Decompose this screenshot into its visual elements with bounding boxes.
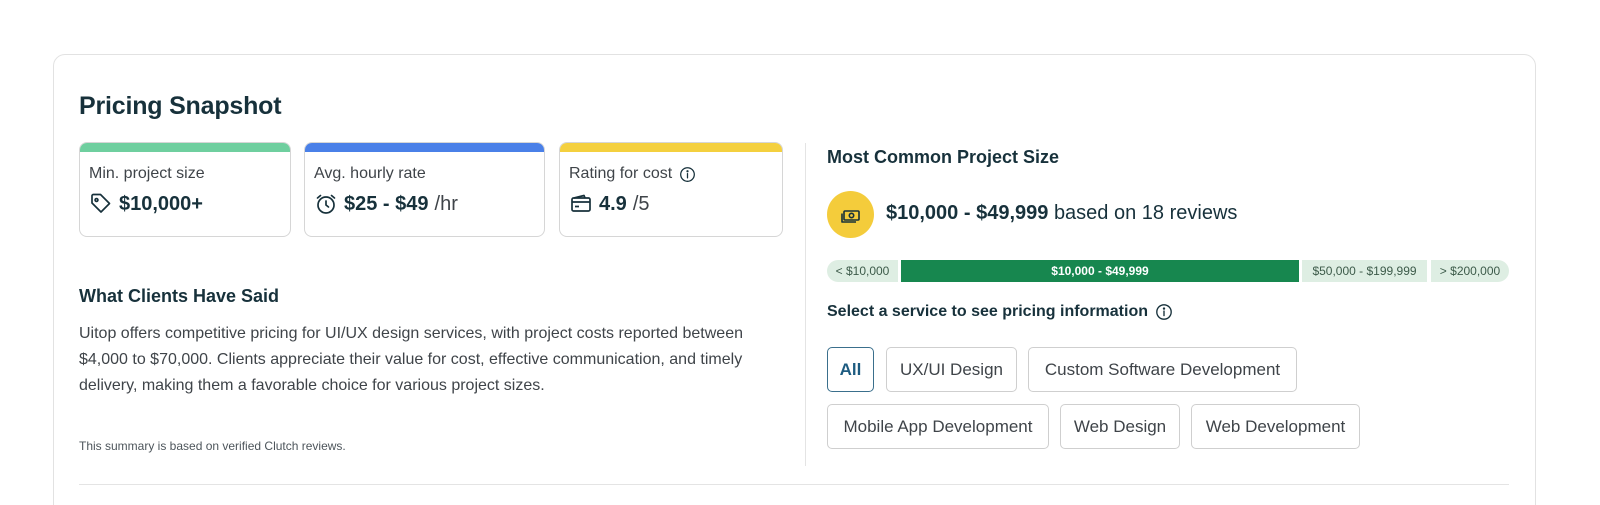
section-title: Pricing Snapshot [79, 92, 282, 120]
accent-bar [80, 143, 290, 152]
scale-segment: > $200,000 [1431, 260, 1509, 282]
info-icon[interactable] [679, 166, 696, 183]
stat-value: 4.9 /5 [569, 192, 650, 216]
service-chip-all[interactable]: All [827, 347, 874, 392]
stat-value: $25 - $49 /hr [314, 192, 458, 216]
accent-bar [305, 143, 544, 152]
money-icon [827, 191, 874, 238]
project-size-range: $10,000 - $49,999 based on 18 reviews [886, 202, 1238, 224]
service-chip-mobile-app-development[interactable]: Mobile App Development [827, 404, 1049, 449]
service-chip-web-design[interactable]: Web Design [1060, 404, 1180, 449]
stat-label: Avg. hourly rate [314, 165, 426, 182]
scale-segment: $50,000 - $199,999 [1302, 260, 1427, 282]
avg-hourly-rate-card: Avg. hourly rate $25 - $49 /hr [304, 142, 545, 237]
service-chip-web-development[interactable]: Web Development [1191, 404, 1360, 449]
stat-label: Min. project size [89, 165, 205, 182]
scale-segment: < $10,000 [827, 260, 898, 282]
stat-value: $10,000+ [89, 192, 203, 216]
summary-note: This summary is based on verified Clutch… [79, 439, 346, 453]
clients-summary: Uitop offers competitive pricing for UI/… [79, 325, 743, 394]
wallet-icon [569, 192, 593, 216]
column-divider [805, 143, 806, 466]
alarm-clock-icon [314, 192, 338, 216]
min-project-size-card: Min. project size $10,000+ [79, 142, 291, 237]
stat-label: Rating for cost [569, 165, 696, 183]
project-size-heading: Most Common Project Size [827, 147, 1060, 167]
service-chip-ux-ui-design[interactable]: UX/UI Design [886, 347, 1017, 392]
service-chip-custom-software-development[interactable]: Custom Software Development [1028, 347, 1297, 392]
tag-icon [89, 192, 113, 216]
accent-bar [560, 143, 782, 152]
info-icon[interactable] [1155, 303, 1173, 321]
bottom-divider [79, 484, 1509, 485]
clients-heading: What Clients Have Said [79, 286, 280, 306]
service-select-label: Select a service to see pricing informat… [827, 303, 1173, 321]
scale-segment-active: $10,000 - $49,999 [901, 260, 1299, 282]
rating-for-cost-card: Rating for cost 4.9 /5 [559, 142, 783, 237]
